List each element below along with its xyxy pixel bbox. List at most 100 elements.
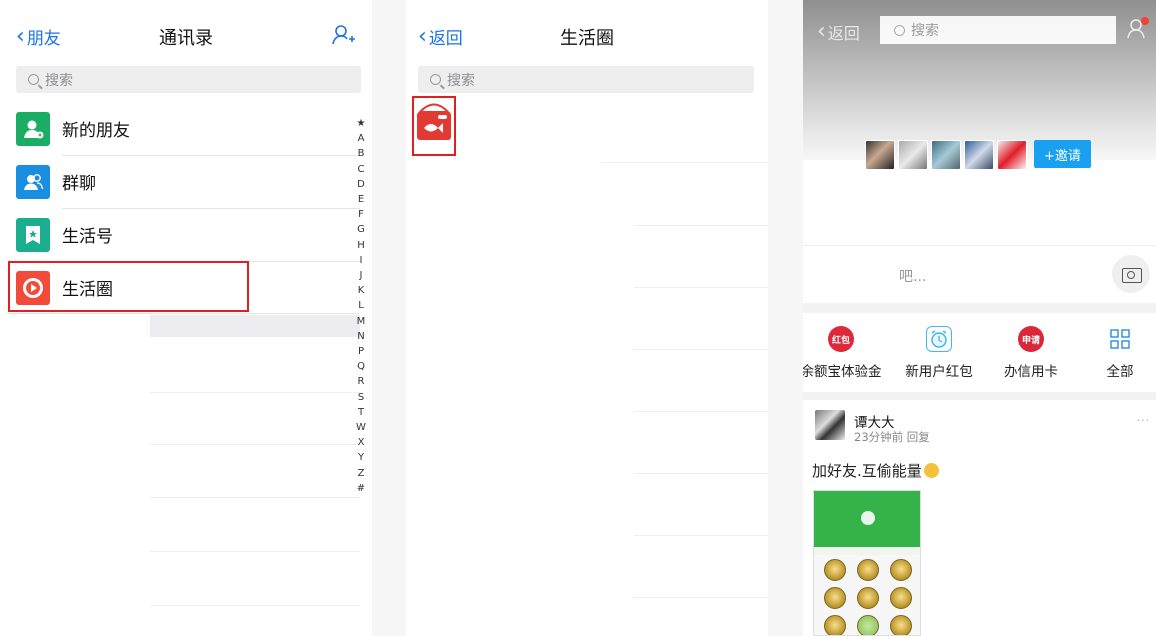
divider xyxy=(150,605,360,606)
search-input[interactable]: 搜索 xyxy=(880,16,1116,44)
apply-icon: 申请 xyxy=(1018,326,1044,352)
status-input-row: 吧... xyxy=(803,245,1156,303)
medal-icon xyxy=(857,587,879,609)
divider xyxy=(634,287,768,288)
medal-icon xyxy=(890,587,912,609)
member-button[interactable] xyxy=(1126,16,1150,40)
divider xyxy=(634,225,768,226)
divider xyxy=(150,551,360,552)
list-item-label: 新的朋友 xyxy=(62,121,130,141)
avatar xyxy=(861,511,875,525)
post-text: 加好友.互偷能量 xyxy=(812,460,939,481)
alphabet-index-letter[interactable]: W xyxy=(354,420,368,435)
post-image[interactable] xyxy=(813,490,921,636)
alphabet-index-letter[interactable]: X xyxy=(354,435,368,450)
add-contact-button[interactable] xyxy=(332,24,356,46)
list-item-new-friends[interactable]: 新的朋友 xyxy=(0,102,360,155)
selected-row-highlight xyxy=(150,315,360,337)
alphabet-index-letter[interactable]: B xyxy=(354,146,368,161)
list-item-life-account[interactable]: 生活号 xyxy=(0,208,360,261)
page-title: 通讯录 xyxy=(159,28,213,49)
alphabet-index-letter[interactable]: D xyxy=(354,177,368,192)
avatar[interactable] xyxy=(931,140,961,170)
alphabet-index-letter[interactable]: Z xyxy=(354,466,368,481)
post-author[interactable]: 谭大大 xyxy=(854,411,895,431)
status-input[interactable]: 吧... xyxy=(899,266,926,286)
navbar: ‹ 返回 生活圈 xyxy=(406,0,768,66)
list-item-label: 群聊 xyxy=(62,174,96,194)
life-circle-panel: ‹ 返回 生活圈 搜索 xyxy=(406,0,768,636)
group-chat-icon xyxy=(16,164,50,199)
new-friend-icon xyxy=(16,111,50,146)
divider xyxy=(803,392,1156,400)
divider xyxy=(634,535,768,536)
post-image-strip xyxy=(814,547,920,555)
alphabet-index-letter[interactable]: ★ xyxy=(354,116,368,131)
life-account-icon xyxy=(16,217,50,252)
alphabet-index-letter[interactable]: E xyxy=(354,192,368,207)
search-placeholder: 搜索 xyxy=(45,72,73,89)
medal-icon xyxy=(890,615,912,635)
alphabet-index-letter[interactable]: Q xyxy=(354,359,368,374)
divider xyxy=(634,597,768,598)
alphabet-index-letter[interactable]: A xyxy=(354,131,368,146)
invite-button[interactable]: +邀请 xyxy=(1034,140,1091,168)
alphabet-index-letter[interactable]: C xyxy=(354,162,368,177)
camera-icon[interactable] xyxy=(1112,255,1150,293)
quick-action-label: 全部 xyxy=(1106,364,1134,380)
chevron-left-icon: ‹ xyxy=(817,19,826,44)
alphabet-index-letter[interactable]: P xyxy=(354,344,368,359)
alphabet-index-letter[interactable]: N xyxy=(354,329,368,344)
quick-action-all[interactable]: 全部 xyxy=(1072,326,1156,380)
quick-action-label: 余额宝体验金 xyxy=(803,364,882,380)
panel-gap xyxy=(372,0,406,636)
circle-thumbnail[interactable] xyxy=(412,96,456,156)
quick-action-label: 新用户红包 xyxy=(905,364,973,380)
quick-action-credit-card[interactable]: 申请 办信用卡 xyxy=(983,326,1079,380)
alphabet-index-letter[interactable]: M xyxy=(354,314,368,329)
alphabet-index-letter[interactable]: K xyxy=(354,283,368,298)
back-button[interactable]: ‹ 返回 xyxy=(817,20,860,44)
search-input[interactable]: 搜索 xyxy=(418,66,754,93)
search-placeholder: 搜索 xyxy=(911,23,939,39)
alphabet-index-letter[interactable]: # xyxy=(354,481,368,496)
alphabet-index-letter[interactable]: Y xyxy=(354,450,368,465)
quick-action-new-user[interactable]: 新用户红包 xyxy=(891,326,987,380)
member-avatars: +邀请 xyxy=(865,140,1091,170)
divider xyxy=(601,162,768,163)
divider xyxy=(634,473,768,474)
alphabet-index-letter[interactable]: T xyxy=(354,405,368,420)
add-contact-icon xyxy=(332,25,355,45)
alphabet-index-letter[interactable]: I xyxy=(354,253,368,268)
alphabet-index-letter[interactable]: S xyxy=(354,390,368,405)
avatar[interactable] xyxy=(865,140,895,170)
alphabet-index-letter[interactable]: L xyxy=(354,298,368,313)
avatar[interactable] xyxy=(815,410,845,440)
alphabet-index-letter[interactable]: R xyxy=(354,374,368,389)
search-input[interactable]: 搜索 xyxy=(16,66,361,93)
medal-icon xyxy=(824,559,846,581)
alphabet-index[interactable]: ★ A B C D E F G H I J K L M N P Q R S T W X Y Z # xyxy=(354,116,368,496)
medal-icon xyxy=(890,559,912,581)
alphabet-index-letter[interactable]: H xyxy=(354,238,368,253)
divider xyxy=(634,349,768,350)
search-icon xyxy=(430,74,441,85)
divider xyxy=(150,444,360,445)
alphabet-index-letter[interactable]: G xyxy=(354,222,368,237)
search-icon xyxy=(894,24,905,36)
divider xyxy=(634,411,768,412)
post-meta: 23分钟前 回复 xyxy=(854,430,930,444)
alphabet-index-letter[interactable]: F xyxy=(354,207,368,222)
more-icon[interactable]: ··· xyxy=(1137,414,1151,427)
avatar[interactable] xyxy=(997,140,1027,170)
search-icon xyxy=(28,74,39,85)
divider xyxy=(150,392,360,393)
list-item-group-chat[interactable]: 群聊 xyxy=(0,155,360,208)
divider xyxy=(150,497,360,498)
highlight-box xyxy=(8,261,249,312)
avatar[interactable] xyxy=(964,140,994,170)
alphabet-index-letter[interactable]: J xyxy=(354,268,368,283)
quick-action-yuebao[interactable]: 红包 余额宝体验金 xyxy=(803,326,889,380)
avatar[interactable] xyxy=(898,140,928,170)
grid-icon xyxy=(1107,326,1133,352)
